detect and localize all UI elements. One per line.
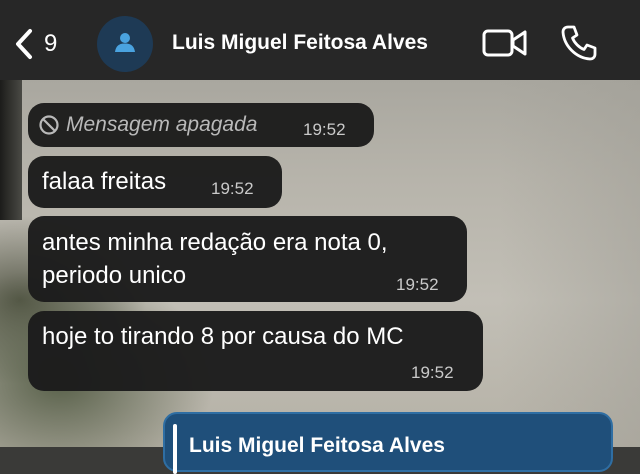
message-text-line-2: periodo unico <box>42 262 187 289</box>
wallpaper-light <box>500 80 640 447</box>
message-time: 19:52 <box>211 179 254 198</box>
voice-call-button[interactable] <box>560 24 598 67</box>
message-text: hoje to tirando 8 por causa do MC <box>42 323 404 350</box>
back-button[interactable]: 9 <box>14 26 57 62</box>
avatar[interactable] <box>97 16 153 72</box>
message-time: 19:52 <box>303 120 346 139</box>
message-text: Mensagem apagada <box>66 113 258 136</box>
quote-bar <box>173 424 177 474</box>
video-call-button[interactable] <box>482 28 528 63</box>
outgoing-reply-bubble[interactable]: Luis Miguel Feitosa Alves <box>163 412 613 474</box>
wallpaper-shadow <box>0 80 22 220</box>
message-bubble[interactable]: falaa freitas 19:52 <box>28 156 282 208</box>
message-bubble[interactable]: hoje to tirando 8 por causa do MC 19:52 <box>28 311 483 391</box>
phone-icon <box>560 25 598 66</box>
person-icon <box>114 31 136 58</box>
message-time: 19:52 <box>411 363 454 382</box>
message-time: 19:52 <box>396 275 439 294</box>
message-text: falaa freitas <box>42 168 167 195</box>
message-bubble[interactable]: antes minha redação era nota 0, periodo … <box>28 216 467 302</box>
chat-header: 9 Luis Miguel Feitosa Alves <box>0 0 640 80</box>
contact-name[interactable]: Luis Miguel Feitosa Alves <box>172 31 428 55</box>
message-text-line-1: antes minha redação era nota 0, <box>42 229 388 256</box>
chevron-left-icon <box>14 28 34 60</box>
quoted-contact-name: Luis Miguel Feitosa Alves <box>189 434 445 457</box>
unread-count: 9 <box>44 30 58 57</box>
message-bubble-deleted[interactable]: Mensagem apagada 19:52 <box>28 103 374 147</box>
blocked-icon <box>38 114 60 141</box>
video-camera-icon <box>482 29 528 62</box>
